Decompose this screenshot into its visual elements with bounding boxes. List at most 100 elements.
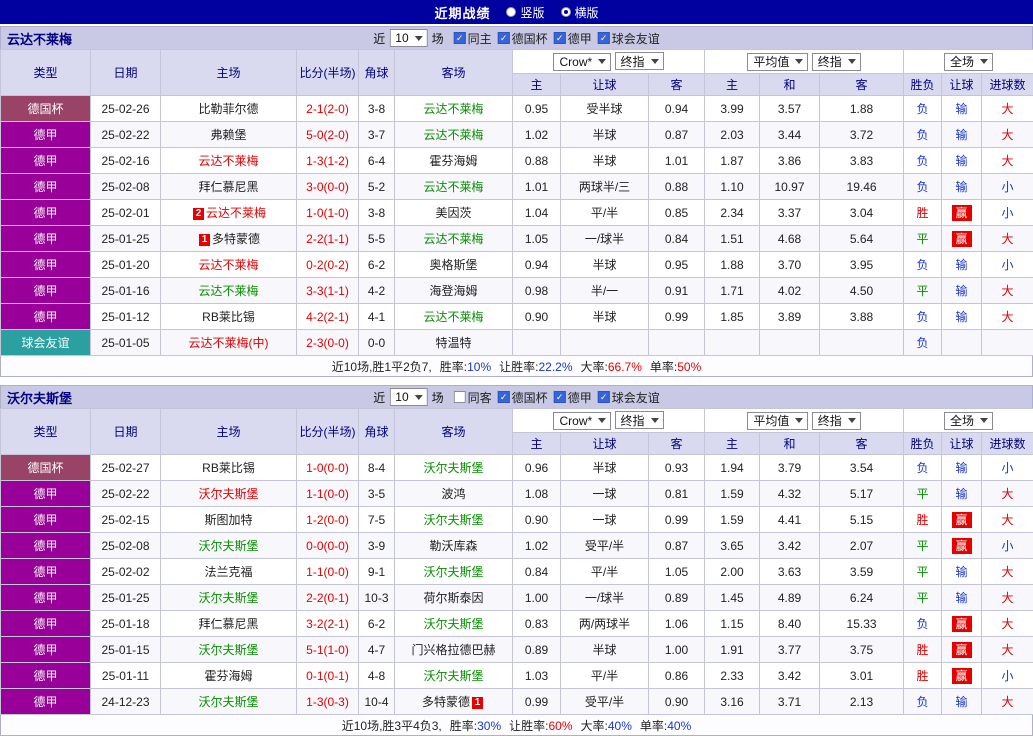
team-link[interactable]: 云达不莱梅 xyxy=(423,180,483,194)
filter-checkbox[interactable]: 德甲 xyxy=(554,30,592,47)
match-count-select[interactable]: 10 xyxy=(389,388,427,406)
handicap-win-chip: 赢 xyxy=(952,616,972,632)
team-link[interactable]: 弗赖堡 xyxy=(210,128,246,142)
odds-time-select[interactable]: 终指 xyxy=(615,52,664,70)
handicap-result-cell: 输 xyxy=(942,481,982,507)
avg-time-select[interactable]: 终指 xyxy=(812,53,861,71)
layout-radio-horizontal[interactable]: 横版 xyxy=(561,4,599,21)
team-link[interactable]: 沃尔夫斯堡 xyxy=(198,487,258,501)
checkbox-label: 同客 xyxy=(468,389,492,406)
team-link[interactable]: 沃尔夫斯堡 xyxy=(423,461,483,475)
result-cell: 平 xyxy=(904,278,942,304)
team-link[interactable]: 奥格斯堡 xyxy=(429,258,477,272)
team-link[interactable]: 云达不莱梅 xyxy=(423,128,483,142)
home-team-cell: 沃尔夫斯堡 xyxy=(161,585,297,611)
team-link[interactable]: 特温特 xyxy=(435,336,471,350)
team-link[interactable]: 斯图加特 xyxy=(204,513,252,527)
avg-time-select[interactable]: 终指 xyxy=(812,412,861,430)
home-team-cell: RB莱比锡 xyxy=(161,304,297,330)
avg-source-select[interactable]: 平均值 xyxy=(747,412,808,430)
away-team-cell: 多特蒙德1 xyxy=(395,689,513,715)
column-header-odds-home: 主 xyxy=(513,433,561,455)
result-cell: 胜 xyxy=(904,507,942,533)
team-link[interactable]: 法兰克福 xyxy=(204,565,252,579)
team-link[interactable]: 美因茨 xyxy=(435,206,471,220)
team-link[interactable]: 勒沃库森 xyxy=(429,539,477,553)
filter-checkbox[interactable]: 球会友谊 xyxy=(598,389,660,406)
team-link[interactable]: RB莱比锡 xyxy=(202,310,255,324)
odds-source-select[interactable]: Crow* xyxy=(553,53,611,71)
team-link[interactable]: 波鸿 xyxy=(441,487,465,501)
team-link[interactable]: 云达不莱梅 xyxy=(423,232,483,246)
team-link[interactable]: 拜仁慕尼黑 xyxy=(198,617,258,631)
filter-checkbox[interactable]: 德甲 xyxy=(554,389,592,406)
filter-checkbox[interactable]: 同主 xyxy=(454,30,492,47)
summary-stat: 单率:50% xyxy=(650,358,701,375)
team-link[interactable]: 多特蒙德 xyxy=(212,232,260,246)
team-link[interactable]: 云达不莱梅 xyxy=(423,102,483,116)
team-link[interactable]: 沃尔夫斯堡 xyxy=(198,695,258,709)
radio-icon xyxy=(561,7,571,17)
summary-stat-label: 让胜率: xyxy=(499,360,538,374)
red-card-badge: 1 xyxy=(472,697,483,709)
away-team-cell: 沃尔夫斯堡 xyxy=(395,663,513,689)
avg-away-cell: 5.17 xyxy=(820,481,904,507)
away-odds-cell xyxy=(649,330,705,356)
date-cell: 25-01-05 xyxy=(91,330,161,356)
home-odds-cell: 1.05 xyxy=(513,226,561,252)
away-team-cell: 美因茨 xyxy=(395,200,513,226)
odds-time-select[interactable]: 终指 xyxy=(615,411,664,429)
team-link[interactable]: 沃尔夫斯堡 xyxy=(198,643,258,657)
column-header-corner: 角球 xyxy=(359,50,395,96)
team-link[interactable]: 海登海姆 xyxy=(429,284,477,298)
away-odds-cell: 0.87 xyxy=(649,122,705,148)
team-link[interactable]: 云达不莱梅 xyxy=(206,206,266,220)
layout-radio-vertical[interactable]: 竖版 xyxy=(506,4,544,21)
filter-checkbox[interactable]: 德国杯 xyxy=(498,389,548,406)
radio-icon xyxy=(506,7,516,17)
team-link[interactable]: 云达不莱梅 xyxy=(423,310,483,324)
team-link[interactable]: 拜仁慕尼黑 xyxy=(198,180,258,194)
team-link[interactable]: 沃尔夫斯堡 xyxy=(423,513,483,527)
date-cell: 25-02-08 xyxy=(91,174,161,200)
team-link[interactable]: RB莱比锡 xyxy=(202,461,255,475)
scope-select[interactable]: 全场 xyxy=(944,53,993,71)
team-link[interactable]: 沃尔夫斯堡 xyxy=(423,669,483,683)
team-link[interactable]: 沃尔夫斯堡 xyxy=(198,539,258,553)
team-link[interactable]: 霍芬海姆 xyxy=(204,669,252,683)
team-link[interactable]: 沃尔夫斯堡 xyxy=(423,617,483,631)
result-cell: 负 xyxy=(904,122,942,148)
scope-select[interactable]: 全场 xyxy=(944,412,993,430)
team-link[interactable]: 云达不莱梅 xyxy=(198,284,258,298)
match-count-select[interactable]: 10 xyxy=(389,29,427,47)
away-odds-cell: 0.94 xyxy=(649,96,705,122)
red-card-badge: 2 xyxy=(193,208,204,220)
odds-source-select[interactable]: Crow* xyxy=(553,412,611,430)
filter-checkbox[interactable]: 同客 xyxy=(454,389,492,406)
date-cell: 25-02-26 xyxy=(91,96,161,122)
goals-ou-cell: 大 xyxy=(982,585,1033,611)
team-link[interactable]: 荷尔斯泰因 xyxy=(423,591,483,605)
result-cell: 负 xyxy=(904,96,942,122)
filter-checkbox[interactable]: 球会友谊 xyxy=(598,30,660,47)
team-link[interactable]: 多特蒙德 xyxy=(422,695,470,709)
column-header-handicap-result: 让球 xyxy=(942,74,982,96)
chevron-down-icon xyxy=(980,59,988,64)
avg-source-select[interactable]: 平均值 xyxy=(747,53,808,71)
checkbox-label: 德甲 xyxy=(568,389,592,406)
team-link[interactable]: 沃尔夫斯堡 xyxy=(198,591,258,605)
score-cell: 2-2(0-1) xyxy=(297,585,359,611)
column-header-goals: 进球数 xyxy=(982,433,1033,455)
team-link[interactable]: 门兴格拉德巴赫 xyxy=(411,643,495,657)
column-header-date: 日期 xyxy=(91,50,161,96)
team-link[interactable]: 云达不莱梅 xyxy=(198,154,258,168)
team-link[interactable]: 云达不莱梅(中) xyxy=(189,336,269,350)
filter-checkbox[interactable]: 德国杯 xyxy=(498,30,548,47)
team-link[interactable]: 霍芬海姆 xyxy=(429,154,477,168)
team-link[interactable]: 比勒菲尔德 xyxy=(198,102,258,116)
team-link[interactable]: 云达不莱梅 xyxy=(198,258,258,272)
team-link[interactable]: 沃尔夫斯堡 xyxy=(423,565,483,579)
away-team-cell: 特温特 xyxy=(395,330,513,356)
column-header-avg-draw: 和 xyxy=(760,74,820,96)
checkbox-icon xyxy=(498,391,510,403)
